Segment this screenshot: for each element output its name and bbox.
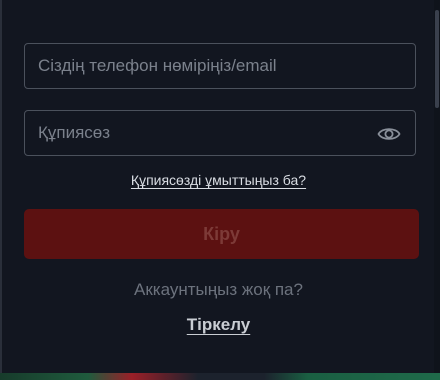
login-button[interactable]: Кіру	[24, 209, 419, 259]
no-account-text: Аккаунтыңыз жоқ па?	[134, 280, 303, 299]
phone-email-field[interactable]	[24, 43, 416, 89]
password-input[interactable]	[25, 111, 415, 155]
phone-email-input[interactable]	[25, 44, 415, 88]
register: Тіркелу	[3, 315, 434, 335]
scrollbar-thumb[interactable]	[435, 10, 439, 108]
eye-icon[interactable]	[377, 124, 401, 144]
page-edge	[0, 0, 2, 380]
login-modal: Құпиясөзді ұмыттыңыз ба? Кіру Аккаунтыңы…	[3, 0, 434, 373]
forgot-password: Құпиясөзді ұмыттыңыз ба?	[3, 172, 434, 188]
forgot-password-link[interactable]: Құпиясөзді ұмыттыңыз ба?	[131, 172, 306, 188]
register-link[interactable]: Тіркелу	[187, 315, 250, 334]
scrollbar[interactable]	[434, 0, 440, 373]
password-field[interactable]	[24, 110, 416, 156]
login-screen: Құпиясөзді ұмыттыңыз ба? Кіру Аккаунтыңы…	[0, 0, 440, 380]
background-strip	[0, 373, 440, 380]
